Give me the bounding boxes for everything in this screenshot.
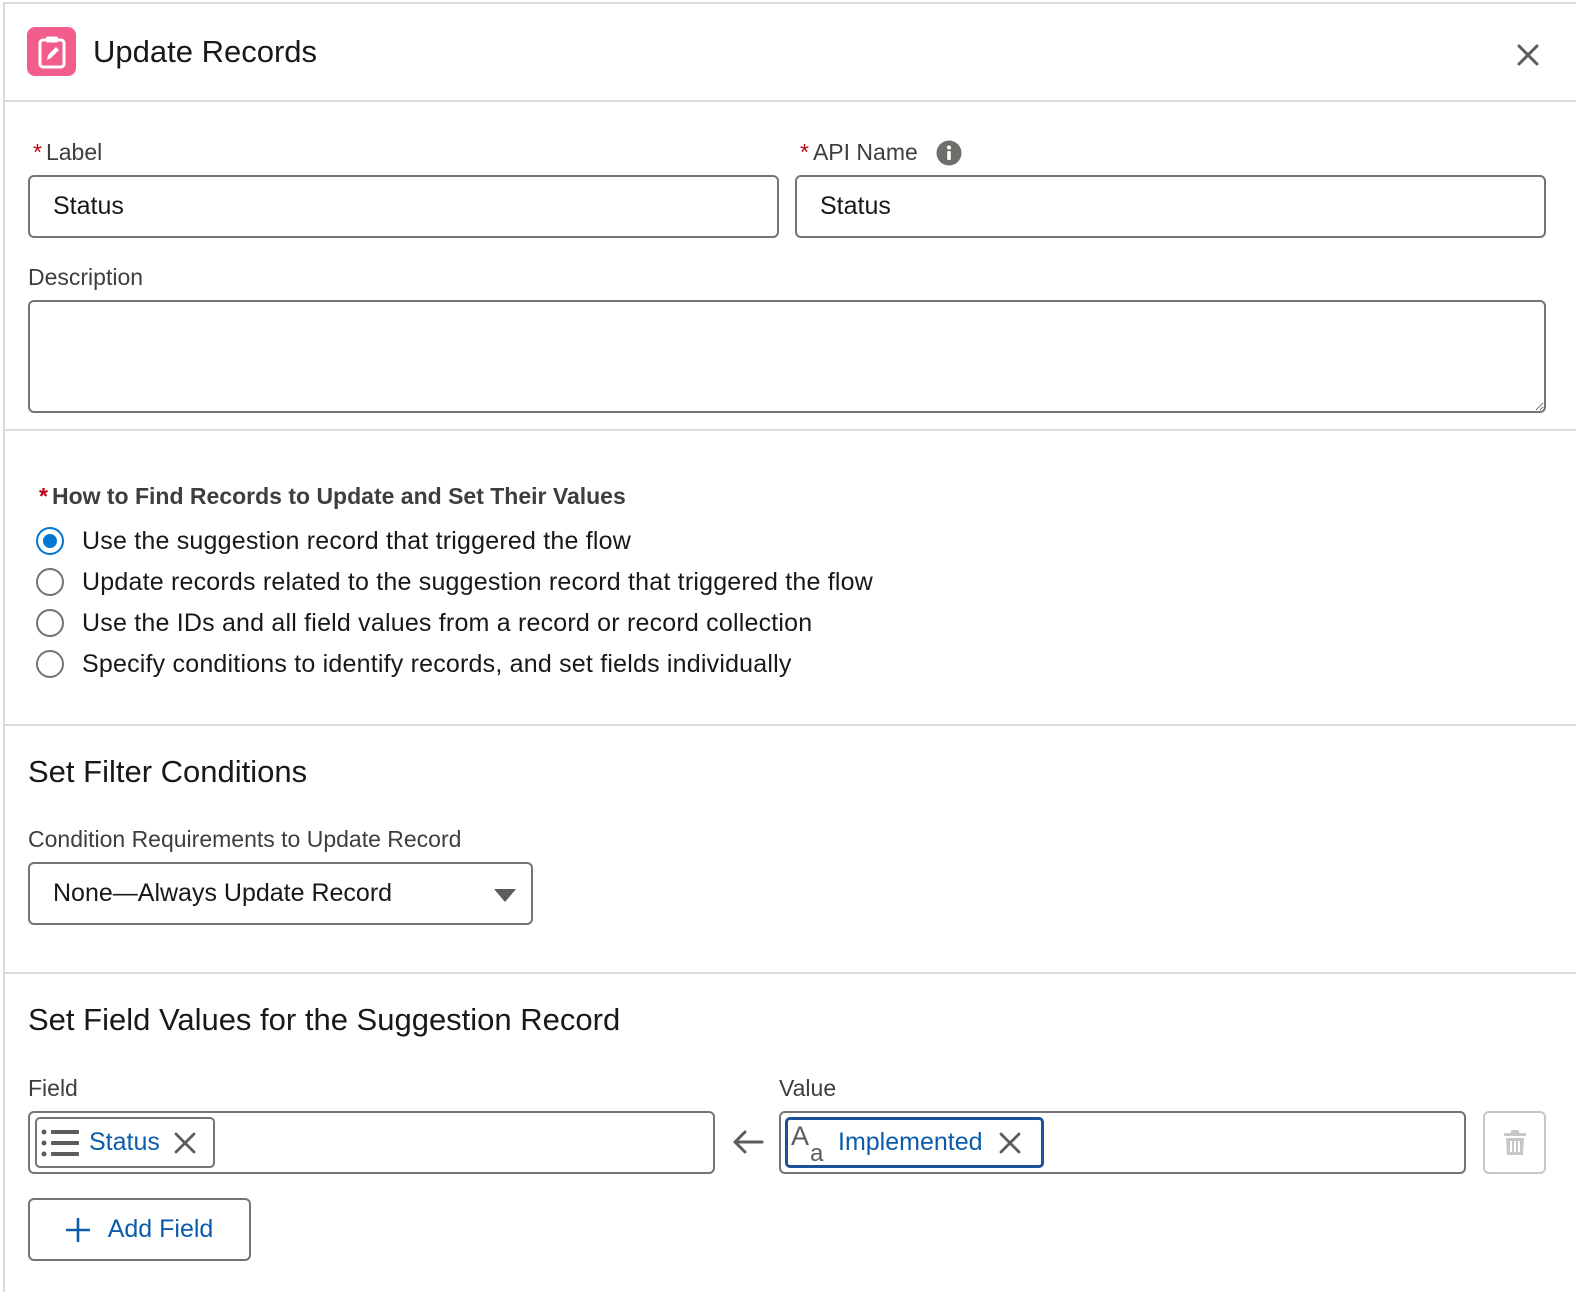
text-resource-icon: A a (791, 1121, 824, 1165)
section-divider (5, 972, 1576, 974)
update-records-panel: Update Records *Label *API Name Descript… (3, 2, 1576, 1292)
delete-row-button[interactable] (1483, 1111, 1546, 1174)
find-records-radio-group: Use the suggestion record that triggered… (36, 524, 873, 681)
radio-button[interactable] (36, 609, 64, 637)
field-pill-label: Status (89, 1128, 160, 1156)
radio-button[interactable] (36, 568, 64, 596)
api-name-field-label: * API Name (800, 139, 962, 166)
value-combobox[interactable]: A a Implemented (779, 1111, 1466, 1174)
value-column-header: Value (779, 1075, 837, 1101)
description-label: Description (28, 264, 144, 290)
radio-option-triggering-record[interactable]: Use the suggestion record that triggered… (36, 524, 873, 558)
filter-conditions-title: Set Filter Conditions (28, 754, 308, 789)
add-field-label: Add Field (107, 1215, 214, 1243)
info-icon[interactable] (936, 140, 962, 166)
find-records-heading: * How to Find Records to Update and Set T… (39, 483, 626, 509)
close-icon (999, 1132, 1020, 1153)
value-pill-label: Implemented (838, 1128, 983, 1156)
field-pill[interactable]: Status (35, 1117, 215, 1168)
radio-button[interactable] (36, 650, 64, 678)
radio-dot (43, 534, 57, 548)
required-marker: * (33, 139, 42, 165)
radio-button-selected[interactable] (36, 527, 64, 555)
field-values-title: Set Field Values for the Suggestion Reco… (28, 1002, 621, 1037)
close-icon (174, 1132, 196, 1153)
description-textarea[interactable] (28, 300, 1546, 413)
condition-requirements-label: Condition Requirements to Update Record (28, 826, 462, 852)
required-marker: * (39, 483, 48, 509)
radio-option-related-records[interactable]: Update records related to the suggestion… (36, 565, 873, 599)
close-icon (1517, 44, 1539, 66)
svg-text:a: a (810, 1140, 824, 1165)
dropdown-arrow-icon (494, 889, 516, 902)
api-name-input[interactable] (795, 175, 1546, 238)
condition-requirements-value: None—Always Update Record (53, 879, 393, 907)
radio-option-record-collection[interactable]: Use the IDs and all field values from a … (36, 606, 873, 640)
remove-field-pill-button[interactable] (174, 1132, 196, 1154)
section-divider (5, 724, 1576, 726)
required-marker: * (800, 139, 809, 165)
close-button[interactable] (1513, 40, 1543, 70)
panel-header: Update Records (5, 4, 1576, 102)
section-divider (5, 429, 1576, 431)
arrow-left-icon (733, 1130, 764, 1154)
add-icon (65, 1217, 90, 1242)
field-column-header: Field (28, 1075, 78, 1101)
remove-value-pill-button[interactable] (999, 1132, 1021, 1154)
condition-requirements-select[interactable]: None—Always Update Record (28, 862, 533, 925)
flow-update-records-icon (27, 27, 76, 76)
radio-option-specify-conditions[interactable]: Specify conditions to identify records, … (36, 647, 873, 681)
label-input[interactable] (28, 175, 779, 238)
panel-title: Update Records (93, 34, 318, 69)
field-combobox[interactable]: Status (28, 1111, 715, 1174)
picklist-icon (41, 1129, 79, 1156)
trash-icon (1503, 1129, 1526, 1155)
value-pill[interactable]: A a Implemented (785, 1117, 1044, 1168)
label-field-label: * Label (33, 139, 103, 165)
svg-text:A: A (791, 1121, 809, 1151)
add-field-button[interactable]: Add Field (28, 1198, 251, 1261)
